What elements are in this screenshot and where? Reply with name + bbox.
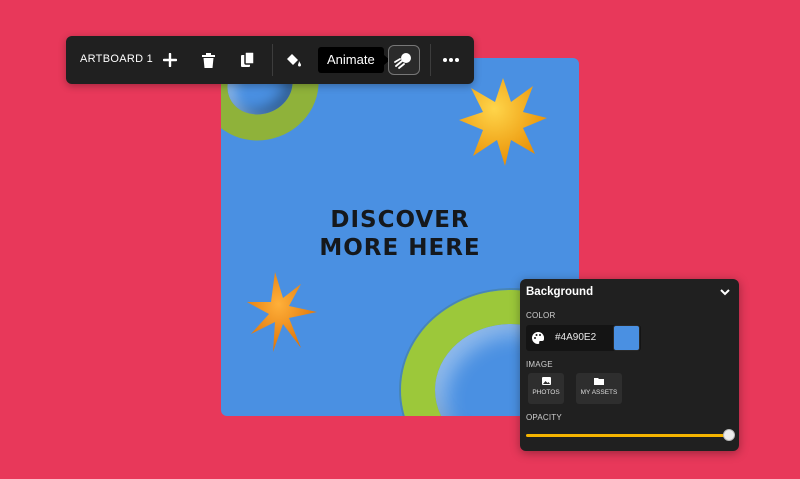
folder-icon [594, 378, 604, 385]
trash-icon [201, 52, 215, 68]
photos-button[interactable]: PHOTOS [528, 373, 564, 404]
fill-button[interactable] [282, 48, 306, 72]
headline-line-1: DISCOVER [330, 207, 470, 233]
color-hex-value: #4A90E2 [555, 332, 597, 343]
paint-bucket-icon [287, 54, 301, 67]
image-label: IMAGE [526, 360, 553, 369]
add-button[interactable] [158, 48, 182, 72]
color-swatch[interactable] [613, 325, 640, 351]
headline: DISCOVER MORE HERE [221, 206, 579, 262]
opacity-label: OPACITY [526, 413, 562, 422]
yellow-star-shape [459, 78, 547, 166]
chevron-down-icon[interactable] [719, 286, 731, 298]
artboard-title: ARTBOARD 1 [80, 53, 154, 65]
plus-icon [163, 53, 177, 67]
animate-icon [394, 53, 411, 69]
photos-label: PHOTOS [532, 389, 560, 396]
panel-title: Background [526, 286, 594, 298]
animate-button[interactable] [388, 45, 420, 75]
artboard-toolbar: ARTBOARD 1 Animate [66, 36, 474, 84]
opacity-slider-handle[interactable] [723, 429, 735, 441]
orange-star-shape [247, 272, 317, 352]
my-assets-label: MY ASSETS [580, 389, 618, 396]
toolbar-divider [272, 44, 273, 76]
headline-line-2: MORE HERE [319, 235, 481, 261]
my-assets-button[interactable]: MY ASSETS [576, 373, 622, 404]
more-icon [443, 58, 459, 62]
color-label: COLOR [526, 311, 556, 320]
palette-icon [532, 332, 544, 344]
copy-icon [241, 52, 255, 67]
animate-tooltip: Animate [318, 47, 390, 73]
opacity-slider-track[interactable] [526, 434, 729, 437]
background-panel: Background COLOR #4A90E2 IMAGE PHOTOS MY… [520, 279, 739, 451]
delete-button[interactable] [196, 48, 220, 72]
toolbar-divider [430, 44, 431, 76]
more-button[interactable] [439, 48, 463, 72]
image-icon [541, 377, 551, 385]
duplicate-button[interactable] [236, 48, 260, 72]
